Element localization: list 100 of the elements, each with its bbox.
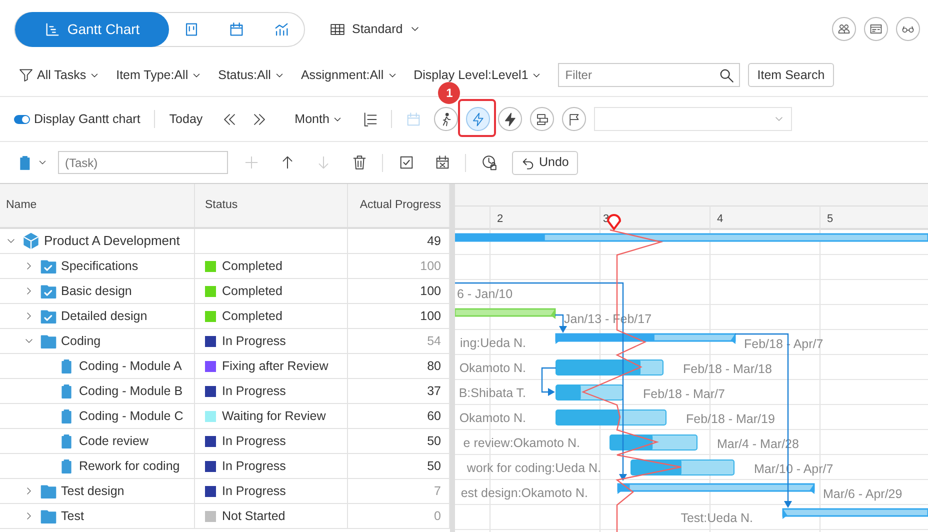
flag-button[interactable]	[562, 107, 586, 131]
task-name: Coding - Module B	[79, 382, 183, 400]
calendar-x-icon	[434, 154, 450, 171]
progress-value: 100	[420, 308, 441, 325]
task-bar[interactable]	[556, 360, 664, 376]
item-search-button[interactable]: Item Search	[748, 63, 834, 87]
progress-value: 0	[434, 508, 441, 525]
calendar-icon	[228, 20, 245, 38]
filter-field[interactable]: Filter	[558, 63, 740, 87]
task-name: Code review	[79, 432, 148, 450]
view-tab[interactable]: Gantt Chart	[15, 12, 169, 46]
task-name: Detailed design	[61, 308, 148, 325]
checked-folder-icon	[40, 258, 57, 274]
trash-icon	[350, 154, 368, 171]
today-marker-icon[interactable]	[607, 214, 621, 230]
glasses-button[interactable]	[896, 17, 920, 41]
progress-value: 80	[427, 358, 441, 375]
checked-folder-icon	[40, 282, 57, 300]
summary-bar[interactable]	[782, 508, 928, 519]
bar-label: e review:Okamoto N.	[463, 436, 580, 450]
column-header: Name	[0, 184, 195, 227]
layout-dropdown[interactable]: Standard	[329, 20, 421, 38]
status-text: In Progress	[222, 332, 286, 350]
date-range: Feb/18 - Mar/7	[643, 387, 725, 401]
toggle-switch[interactable]	[14, 114, 30, 124]
completed-bar[interactable]	[455, 308, 556, 319]
status-text: Completed	[222, 282, 282, 300]
task-bar[interactable]	[610, 434, 698, 450]
undo-icon	[521, 156, 535, 170]
task-name: Test	[61, 508, 84, 525]
progress-value: 7	[434, 482, 441, 500]
task-name: Coding	[61, 332, 101, 350]
summary-bar[interactable]	[555, 333, 736, 344]
filter-dropdown[interactable]: All Tasks	[18, 66, 100, 84]
summary-bar[interactable]	[617, 483, 815, 494]
status-text: In Progress	[222, 382, 286, 400]
dropdown-field[interactable]	[594, 107, 792, 131]
bar-label: est design:Okamoto N.	[460, 486, 588, 500]
card-icon	[869, 22, 883, 36]
task-name: Specifications	[61, 258, 138, 275]
progress-value: 60	[427, 408, 441, 425]
date-range: Mar/6 - Apr/29	[823, 487, 902, 501]
layers-icon	[534, 112, 550, 126]
task-bar[interactable]	[630, 460, 734, 476]
column-header: Status	[195, 184, 348, 227]
month-label: 5	[827, 213, 834, 225]
today-button[interactable]: Today	[169, 110, 203, 128]
task-name: Test design	[61, 482, 124, 500]
step-badge: 1	[438, 82, 460, 104]
filter-dropdown[interactable]: Assignment:All	[300, 66, 398, 84]
lightning-icon	[502, 112, 518, 126]
status-text: In Progress	[222, 458, 286, 475]
date-range: Feb/18 - Mar/19	[686, 412, 775, 426]
bar-label: ing:Ueda N.	[460, 336, 526, 350]
status-text: Waiting for Review	[222, 408, 326, 425]
lightning-button[interactable]	[466, 107, 490, 131]
walking-figure-button[interactable]	[434, 107, 458, 131]
filter-dropdown[interactable]: Item Type:All	[116, 66, 202, 84]
lightning-button[interactable]	[498, 107, 522, 131]
clock-lock-icon	[480, 154, 498, 171]
undo-button[interactable]: Undo	[512, 150, 578, 174]
checkbox-icon	[398, 154, 414, 171]
gantt-chart-icon	[44, 20, 62, 38]
folder-icon	[40, 508, 57, 524]
task-bar[interactable]	[556, 384, 624, 400]
filter-dropdown[interactable]: Display Level:Level1	[414, 66, 542, 84]
search-icon	[718, 66, 736, 84]
plus-icon	[242, 154, 260, 171]
task-bar[interactable]	[556, 410, 666, 426]
bar-label: Okamoto N.	[459, 361, 526, 375]
list-icon	[362, 110, 379, 128]
progress-value: 100	[420, 282, 441, 300]
folder-icon	[40, 332, 57, 350]
scale-dropdown[interactable]: Month	[294, 110, 344, 128]
bar-chart-icon	[273, 20, 290, 38]
layers-button[interactable]	[530, 107, 554, 131]
progress-value: 100	[420, 258, 441, 275]
progress-value: 54	[427, 332, 441, 350]
status-text: Completed	[222, 258, 282, 275]
board-icon	[183, 20, 200, 38]
bar-label: Test:Ueda N.	[680, 511, 753, 525]
task-field[interactable]: (Task)	[58, 151, 228, 174]
checked-folder-icon	[40, 308, 57, 324]
month-label: 4	[717, 213, 724, 225]
filter-dropdown[interactable]: Status:All	[218, 66, 285, 84]
calendar-icon	[404, 110, 422, 128]
bar-label: Okamoto N.	[459, 411, 526, 425]
people-button[interactable]	[832, 17, 856, 41]
status-text: In Progress	[222, 482, 286, 500]
month-label: 2	[497, 213, 504, 225]
status-text: Not Started	[222, 508, 286, 525]
toggle-label: Display Gantt chart	[34, 110, 140, 128]
lightning-icon	[470, 112, 486, 126]
card-button[interactable]	[864, 17, 888, 41]
bar-label: B:Shibata T.	[458, 386, 526, 400]
status-text: Fixing after Review	[222, 358, 328, 375]
progress-value: 50	[427, 458, 441, 475]
task-name: Product A Development	[44, 232, 180, 250]
task-name: Rework for coding	[79, 458, 180, 475]
task-name: Coding - Module C	[79, 408, 184, 425]
